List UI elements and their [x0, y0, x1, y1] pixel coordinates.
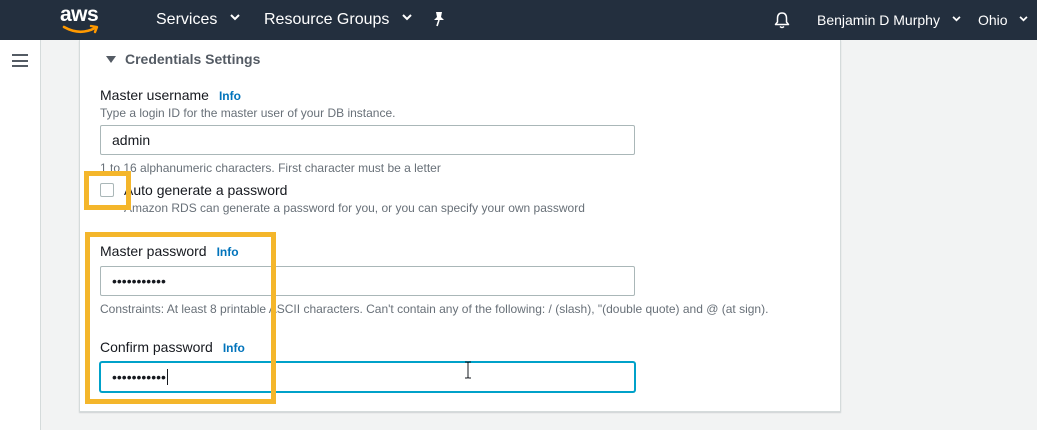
ibeam-cursor-icon — [465, 361, 471, 379]
credentials-settings-toggle[interactable]: Credentials Settings — [106, 51, 260, 67]
master-username-value: admin — [112, 132, 151, 148]
aws-logo[interactable]: aws — [60, 4, 104, 36]
chevron-down-icon — [1019, 16, 1029, 22]
hamburger-menu-icon[interactable] — [12, 54, 28, 67]
master-username-label: Master username Info — [100, 87, 241, 103]
master-username-label-text: Master username — [100, 87, 209, 103]
auto-generate-password-label[interactable]: Auto generate a password — [124, 182, 287, 198]
user-menu[interactable]: Benjamin D Murphy — [817, 0, 961, 40]
top-navigation-bar: aws Services Resource Groups Benjamin D … — [0, 0, 1037, 40]
chevron-down-icon — [952, 16, 961, 22]
master-username-description: Type a login ID for the master user of y… — [100, 106, 396, 120]
side-navigation-rail — [0, 40, 41, 430]
master-username-input[interactable]: admin — [100, 125, 635, 155]
chevron-down-icon — [230, 14, 240, 21]
master-username-info-link[interactable]: Info — [219, 89, 241, 103]
services-label: Services — [156, 11, 218, 28]
resource-groups-label: Resource Groups — [264, 11, 390, 28]
section-title: Credentials Settings — [125, 51, 261, 67]
aws-smile-icon — [62, 24, 99, 34]
resource-groups-menu[interactable]: Resource Groups — [264, 0, 412, 40]
pin-icon[interactable] — [432, 11, 446, 27]
user-name: Benjamin D Murphy — [817, 12, 940, 28]
master-username-hint: 1 to 16 alphanumeric characters. First c… — [100, 161, 441, 175]
chevron-down-icon — [402, 14, 412, 21]
auto-generate-password-description: Amazon RDS can generate a password for y… — [124, 201, 585, 215]
highlight-box-passwords — [85, 232, 276, 404]
region-menu[interactable]: Ohio — [978, 0, 1029, 40]
aws-logo-text: aws — [60, 3, 99, 26]
bell-icon[interactable] — [773, 11, 791, 29]
region-name: Ohio — [978, 12, 1008, 28]
caret-down-icon — [106, 55, 116, 63]
highlight-box-checkbox — [84, 171, 131, 210]
services-menu[interactable]: Services — [156, 0, 240, 40]
